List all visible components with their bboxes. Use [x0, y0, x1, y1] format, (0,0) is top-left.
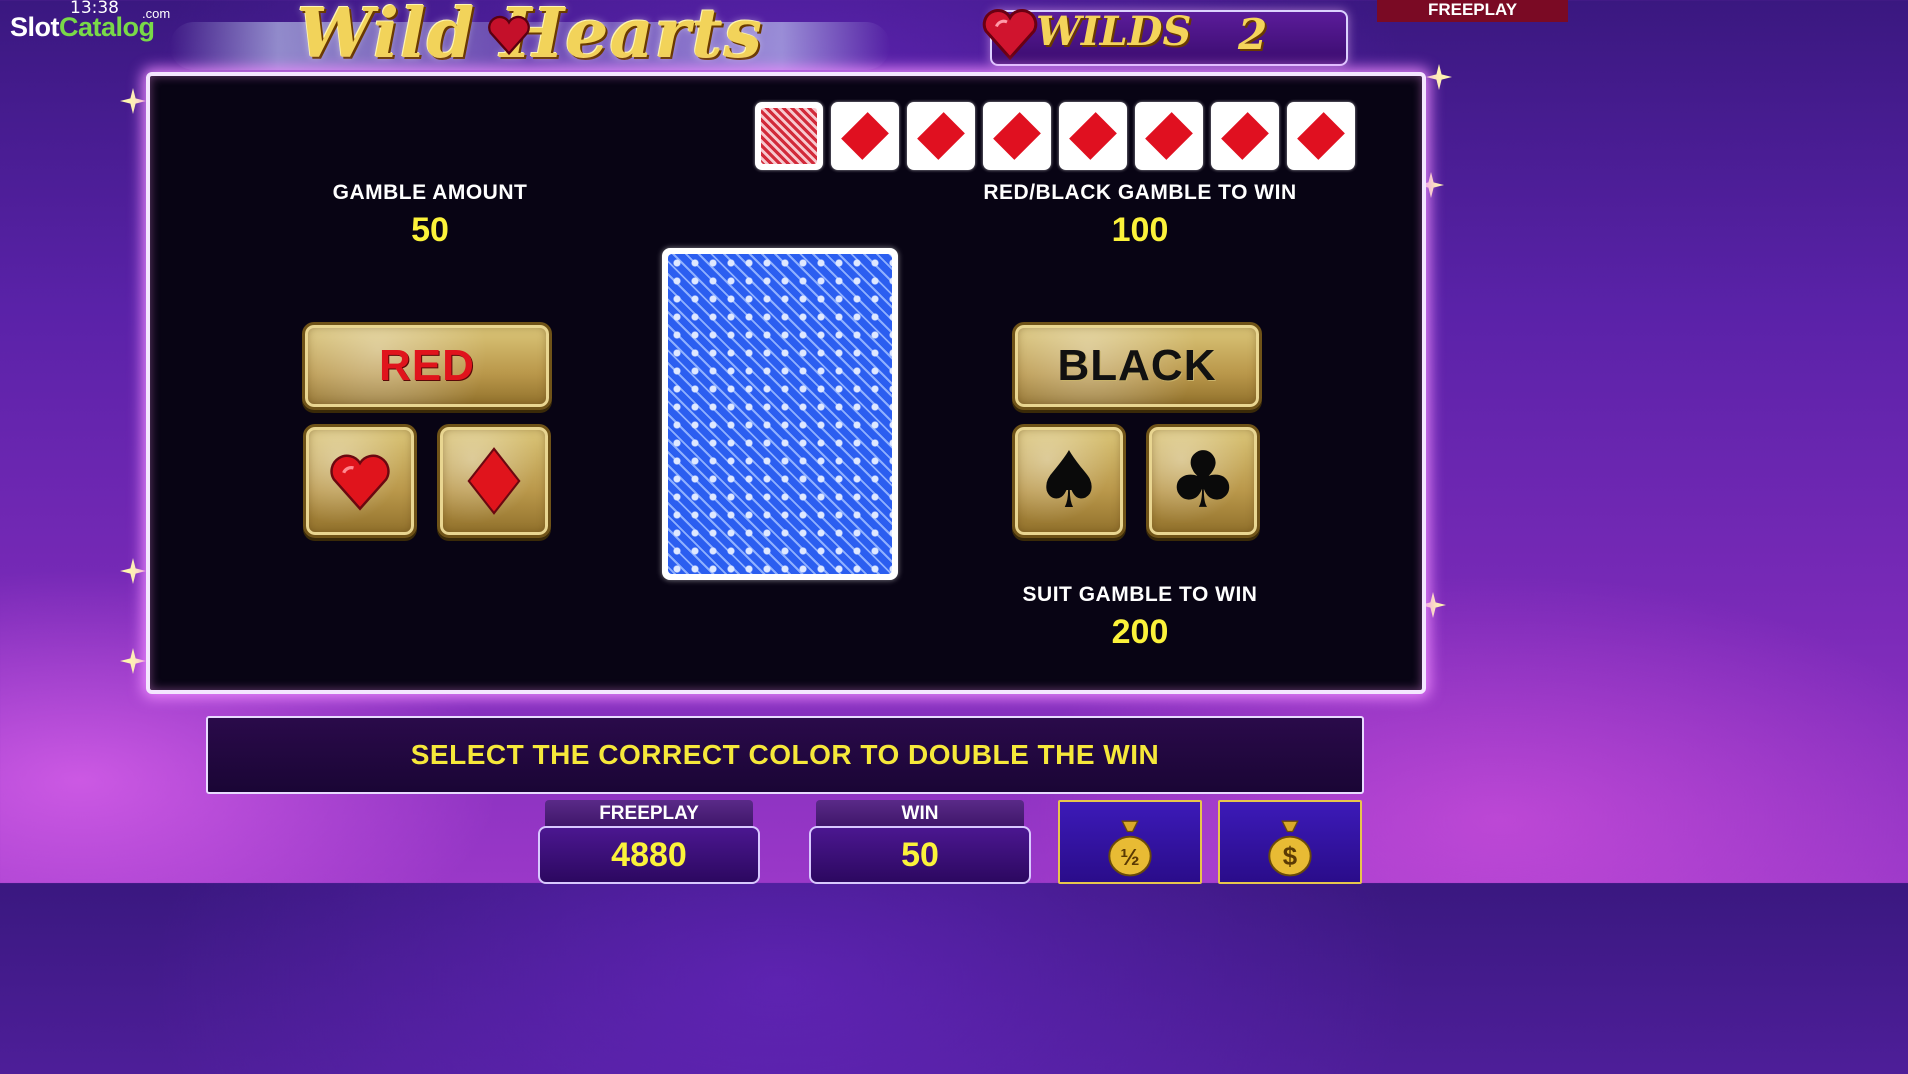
- money-bag-dollar-icon: $: [1268, 820, 1312, 877]
- diamond-icon: [1069, 112, 1117, 160]
- freeplay-mode-tag: FREEPLAY: [1377, 0, 1568, 22]
- win-meter-label: WIN: [816, 800, 1024, 828]
- hearts-button[interactable]: [303, 424, 417, 538]
- money-bag-half-icon: ½: [1108, 820, 1152, 877]
- history-card-diamond: [1211, 102, 1279, 170]
- collect-half-button[interactable]: ½: [1058, 800, 1202, 884]
- spade-suit-icon: ♠: [1034, 436, 1104, 526]
- diamond-icon: [917, 112, 965, 160]
- spades-button[interactable]: ♠: [1012, 424, 1126, 538]
- black-button-label: BLACK: [1057, 341, 1217, 390]
- sparkle-icon: [120, 648, 146, 674]
- red-black-gamble-value: 100: [1111, 211, 1169, 249]
- history-card-back: [755, 102, 823, 170]
- logo-com: .com: [142, 6, 171, 21]
- sparkle-icon: [120, 558, 146, 584]
- clubs-button[interactable]: ♣: [1146, 424, 1260, 538]
- instruction-message: SELECT THE CORRECT COLOR TO DOUBLE THE W…: [410, 739, 1160, 770]
- card-history: [755, 102, 1355, 170]
- wild-heart-icon: [982, 9, 1038, 61]
- club-suit-icon: ♣: [1168, 436, 1238, 526]
- site-logo: SlotCatalog: [10, 12, 155, 43]
- dollar-glyph: $: [1283, 843, 1297, 871]
- half-glyph: ½: [1120, 844, 1139, 870]
- diamond-icon: [841, 112, 889, 160]
- history-card-diamond: [1059, 102, 1127, 170]
- history-card-diamond: [983, 102, 1051, 170]
- diamond-icon: [1221, 112, 1269, 160]
- sparkle-icon: [1426, 64, 1452, 90]
- red-button-label: RED: [379, 341, 475, 390]
- collect-full-button[interactable]: $: [1218, 800, 1362, 884]
- wilds-value: 2: [1238, 10, 1268, 59]
- diamonds-button[interactable]: [437, 424, 551, 538]
- face-down-card: [662, 248, 898, 580]
- logo-slot: Slot: [10, 12, 60, 42]
- heart-icon: [488, 15, 530, 56]
- diamond-suit-icon: [467, 447, 521, 515]
- heart-suit-icon: [330, 454, 390, 511]
- history-card-diamond: [1287, 102, 1355, 170]
- wilds-label: WILDS: [1036, 8, 1192, 55]
- freeplay-meter-label: FREEPLAY: [545, 800, 753, 828]
- card-back-pattern: [668, 254, 892, 574]
- message-bar: SELECT THE CORRECT COLOR TO DOUBLE THE W…: [206, 716, 1364, 794]
- diamond-icon: [1145, 112, 1193, 160]
- sparkle-icon: [120, 88, 146, 114]
- history-card-diamond: [907, 102, 975, 170]
- diamond-icon: [1297, 112, 1345, 160]
- gamble-amount-value: 50: [411, 211, 449, 249]
- logo-catalog: Catalog: [59, 12, 155, 42]
- diamond-icon: [993, 112, 1041, 160]
- red-black-gamble-label: RED/BLACK GAMBLE TO WIN: [983, 181, 1297, 204]
- card-back-pattern: [761, 108, 817, 164]
- gamble-amount-label: GAMBLE AMOUNT: [332, 181, 528, 204]
- red-button[interactable]: RED: [302, 322, 552, 410]
- black-button[interactable]: BLACK: [1012, 322, 1262, 410]
- suit-gamble-value: 200: [1111, 613, 1169, 651]
- history-card-diamond: [1135, 102, 1203, 170]
- win-meter-value: 50: [809, 826, 1031, 884]
- suit-gamble-label: SUIT GAMBLE TO WIN: [1022, 583, 1258, 606]
- freeplay-meter-value: 4880: [538, 826, 760, 884]
- history-card-diamond: [831, 102, 899, 170]
